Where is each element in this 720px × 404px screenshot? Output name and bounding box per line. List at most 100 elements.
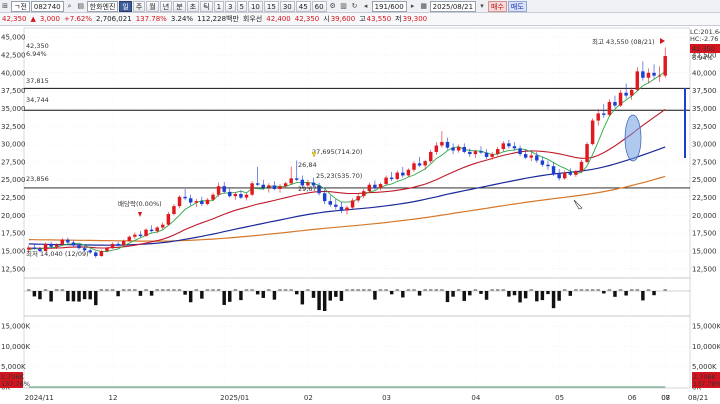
chart-type-icon[interactable]: ▥ bbox=[339, 1, 349, 11]
current-pct-tag-text: 6.94% bbox=[692, 54, 713, 62]
indicator-bar bbox=[523, 291, 528, 299]
highlight-ellipse[interactable] bbox=[624, 114, 642, 162]
minute-60-button[interactable]: 60 bbox=[311, 0, 327, 12]
bar-count-field[interactable]: 191/600 bbox=[371, 0, 407, 12]
candle-body bbox=[468, 151, 472, 155]
period-year-button[interactable]: 년 bbox=[159, 0, 173, 12]
refresh-icon[interactable]: ↻ bbox=[350, 1, 360, 11]
indicator-bar bbox=[27, 289, 31, 291]
candle-body bbox=[121, 241, 126, 246]
candle-body bbox=[166, 213, 171, 225]
time-tick-label: 08 bbox=[661, 394, 670, 402]
period-second-button[interactable]: 초 bbox=[186, 0, 200, 12]
candle-body bbox=[138, 234, 143, 237]
indicator-bar bbox=[596, 289, 600, 291]
candle-body bbox=[378, 184, 383, 189]
minute-30-button[interactable]: 30 bbox=[279, 0, 295, 12]
indicator-bar bbox=[389, 291, 394, 295]
candle-body bbox=[473, 151, 478, 155]
scroll-right-icon[interactable]: ▸ bbox=[408, 1, 418, 11]
indicator-bar bbox=[166, 289, 171, 291]
period-day-button[interactable]: 일 bbox=[119, 0, 132, 12]
price-tick-label: 30,000 bbox=[692, 141, 717, 149]
candle-body bbox=[66, 239, 70, 243]
open-price-2: 42,350 bbox=[294, 15, 320, 23]
candle-body bbox=[557, 174, 561, 179]
candle-body bbox=[205, 199, 210, 204]
minute-1-button[interactable]: 1 bbox=[213, 0, 225, 12]
indicator-bar bbox=[406, 289, 411, 291]
top-left-pct: 6.94% bbox=[26, 50, 47, 58]
dividend-annotation: 배당락(0.00%) bbox=[118, 199, 162, 208]
candle-body bbox=[568, 172, 573, 175]
candle-body bbox=[233, 194, 238, 197]
indicator-bar bbox=[177, 289, 182, 291]
indicator-bar bbox=[54, 289, 59, 291]
candle-body bbox=[99, 251, 104, 257]
period-minute-button[interactable]: 분 bbox=[173, 0, 186, 12]
high-label: 고 bbox=[359, 15, 366, 23]
high-price: 43,550 bbox=[366, 15, 392, 23]
candle-body bbox=[77, 245, 81, 249]
time-tick-label: 05 bbox=[555, 394, 564, 402]
candle-body bbox=[484, 152, 489, 157]
time-tick-label: 12 bbox=[109, 394, 118, 402]
candle-body bbox=[406, 169, 411, 176]
minute-5-button[interactable]: 5 bbox=[236, 0, 247, 12]
candle-body bbox=[456, 146, 461, 151]
indicator-bar bbox=[445, 291, 450, 303]
candle-body bbox=[629, 89, 634, 96]
buy-button[interactable]: 매수 bbox=[488, 0, 507, 12]
price-chart[interactable]: 45,00045,00042,50042,50040,00040,00037,5… bbox=[0, 26, 720, 404]
period-month-button[interactable]: 월 bbox=[146, 0, 159, 12]
indicator-bar bbox=[205, 289, 210, 291]
menu-icon[interactable]: ▤ bbox=[76, 1, 86, 11]
indicator-bar bbox=[133, 289, 137, 291]
settings-icon[interactable]: ⚙ bbox=[328, 1, 338, 11]
minute-3-button[interactable]: 3 bbox=[225, 0, 236, 12]
candle-body bbox=[149, 229, 154, 232]
code-input[interactable]: 082740 bbox=[30, 0, 64, 12]
candle-body bbox=[356, 196, 360, 201]
price-tick-label-left: 22,500 bbox=[1, 194, 26, 202]
indicator-bar bbox=[155, 289, 159, 291]
indicator-bar bbox=[110, 289, 115, 291]
candle-body bbox=[495, 149, 500, 155]
low-label: 저 bbox=[395, 15, 402, 23]
stock-name[interactable]: 한화엔진 bbox=[86, 0, 119, 12]
scroll-left-icon[interactable]: ◂ bbox=[361, 1, 371, 11]
calendar-picker-icon[interactable]: ▾ bbox=[477, 1, 487, 11]
calendar-icon[interactable]: ▦ bbox=[419, 1, 429, 11]
indicator-bar bbox=[440, 289, 444, 291]
date-field[interactable]: 2025/08/21 bbox=[429, 0, 477, 12]
indicator-bar bbox=[116, 291, 120, 297]
candle-body bbox=[518, 148, 522, 155]
candle-body bbox=[384, 177, 388, 185]
market-select[interactable]: ㄱ전 bbox=[11, 0, 30, 12]
sell-button[interactable]: 매도 bbox=[507, 0, 527, 12]
indicator-bar bbox=[194, 289, 199, 291]
minute-15-button[interactable]: 15 bbox=[263, 0, 279, 12]
time-tick-label: 03 bbox=[382, 394, 391, 402]
indicator-bar bbox=[652, 291, 656, 296]
indicator-bar bbox=[373, 291, 377, 300]
indicator-bar bbox=[250, 289, 254, 291]
indicator-bar bbox=[574, 289, 578, 291]
annotation-3: 29,677 bbox=[298, 185, 321, 193]
period-tick-button[interactable]: 틱 bbox=[200, 0, 213, 12]
indicator-bar bbox=[590, 289, 595, 291]
pin-icon[interactable]: ⊞ bbox=[0, 1, 10, 11]
minute-10-button[interactable]: 10 bbox=[247, 0, 263, 12]
search-icon[interactable]: ⌕ bbox=[65, 1, 75, 11]
indicator-bar bbox=[462, 291, 466, 301]
minute-45-button[interactable]: 45 bbox=[295, 0, 311, 12]
candle-body bbox=[322, 193, 327, 202]
indicator-bar bbox=[127, 289, 132, 291]
candle-body bbox=[60, 239, 65, 245]
period-week-button[interactable]: 주 bbox=[132, 0, 146, 12]
candle-body bbox=[278, 186, 282, 190]
indicator-bar bbox=[272, 291, 277, 300]
candle-body bbox=[479, 151, 483, 153]
hline-label-1: 37,815 bbox=[26, 77, 49, 85]
candle-body bbox=[161, 224, 165, 228]
